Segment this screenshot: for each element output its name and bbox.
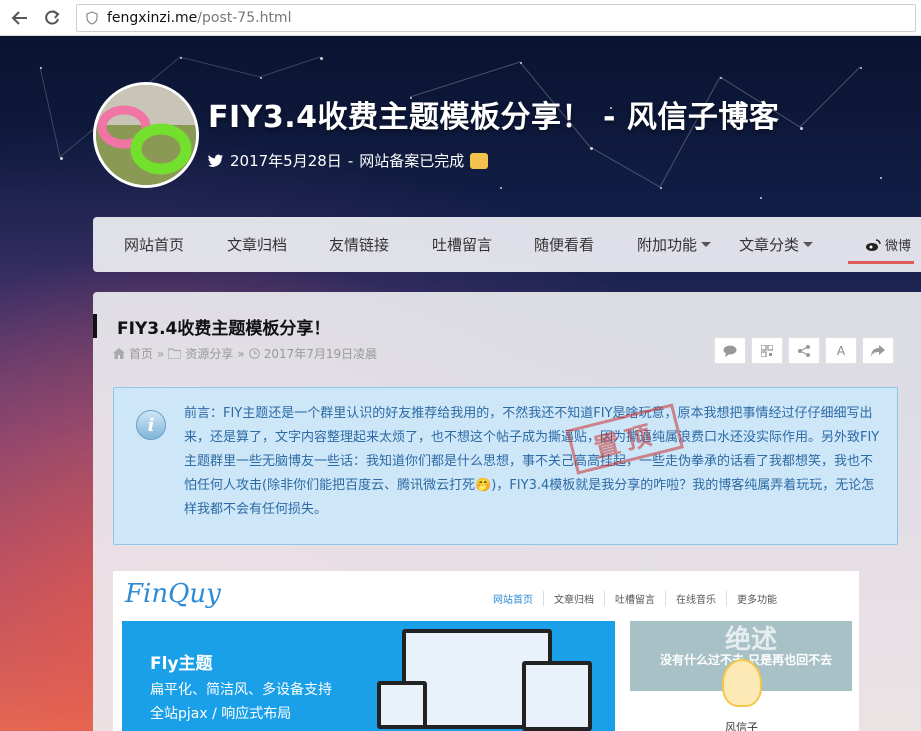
post-date-header: 2017年5月28日 — [230, 152, 342, 170]
qrcode-icon — [761, 344, 773, 357]
caret-down-icon — [701, 242, 712, 247]
avatar-image — [96, 85, 196, 185]
nav-label: 文章分类 — [739, 236, 800, 254]
font-icon: A — [836, 343, 846, 358]
back-button[interactable] — [8, 6, 32, 30]
embedded-banner-line: 全站pjax / 响应式布局 — [150, 706, 292, 722]
embedded-banner-line: 扁平化、简洁风、多设备支持 — [150, 682, 332, 698]
embedded-banner-title: Fly主题 — [150, 654, 213, 674]
post-date: 2017年7月19日凌晨 — [263, 347, 378, 361]
nav-label: 网站首页 — [124, 236, 185, 254]
font-size-button[interactable]: A — [825, 337, 857, 364]
post-title[interactable]: FIY3.4收费主题模板分享！ — [93, 314, 330, 339]
qrcode-button[interactable] — [751, 337, 783, 364]
info-icon: i — [136, 410, 166, 440]
comment-icon — [723, 345, 737, 357]
separator: - — [347, 151, 354, 170]
reload-button[interactable] — [40, 6, 64, 30]
breadcrumb: 首页 » 资源分享 » 2017年7月19日凌晨 — [113, 345, 377, 362]
avatar[interactable] — [93, 82, 199, 188]
nav-label: 友情链接 — [329, 236, 390, 254]
nav-label: 微博 — [884, 239, 911, 254]
twitter-bird-icon — [208, 154, 223, 167]
nav-item-archive[interactable]: 文章归档 — [227, 217, 287, 272]
nav-item-categories[interactable]: 文章分类 — [739, 217, 814, 272]
nav-item-weibo[interactable]: 微博 — [848, 217, 921, 272]
share-icon — [798, 344, 810, 357]
reload-icon — [45, 9, 60, 25]
embedded-sidebar-card: 绝述 没有什么过不去 只是再也回不去 风信子 — [630, 621, 852, 731]
embedded-nav-item: 更多功能 — [726, 591, 787, 606]
active-underline — [848, 261, 914, 264]
embedded-nav-item: 网站首页 — [493, 595, 533, 606]
nav-label: 文章归档 — [227, 236, 288, 254]
nav-label: 吐槽留言 — [432, 236, 493, 254]
anime-avatar — [722, 659, 762, 707]
embedded-nav-item: 文章归档 — [543, 591, 604, 606]
laptop-illustration — [377, 681, 427, 729]
nav-item-guestbook[interactable]: 吐槽留言 — [432, 217, 492, 272]
address-bar[interactable]: fengxinzi.me/post-75.html — [76, 3, 916, 32]
embedded-nav: 网站首页 文章归档 吐槽留言 在线音乐 更多功能 — [483, 591, 787, 606]
breadcrumb-category[interactable]: 资源分享 — [185, 345, 233, 362]
site-subtitle: 2017年5月28日 - 网站备案已完成 — [208, 150, 489, 171]
tablet-illustration — [522, 661, 592, 731]
breadcrumb-sep: » — [157, 346, 165, 361]
nav-label: 附加功能 — [637, 236, 698, 254]
embedded-logo: FinQuy — [125, 579, 221, 609]
home-icon — [113, 348, 125, 359]
embedded-nav-item: 吐槽留言 — [604, 591, 665, 606]
share-button[interactable] — [788, 337, 820, 364]
clock-icon — [248, 348, 260, 359]
post-toolbar: A — [714, 337, 894, 364]
forward-button[interactable] — [862, 337, 894, 364]
arrow-left-icon — [11, 10, 27, 25]
comment-button[interactable] — [714, 337, 746, 364]
nav-item-links[interactable]: 友情链接 — [329, 217, 389, 272]
post-image: FinQuy 网站首页 文章归档 吐槽留言 在线音乐 更多功能 Fly主题 扁平… — [113, 571, 859, 731]
breadcrumb-home[interactable]: 首页 — [129, 345, 153, 362]
folder-icon — [168, 348, 182, 359]
browser-toolbar: fengxinzi.me/post-75.html — [0, 0, 921, 36]
main-nav: 网站首页 文章归档 友情链接 吐槽留言 随便看看 附加功能 文章分类 微博 — [93, 217, 921, 272]
url-host: fengxinzi.me — [107, 9, 198, 26]
nav-item-home[interactable]: 网站首页 — [124, 217, 184, 272]
weibo-icon — [865, 238, 881, 251]
notice-box: i 前言：FIY主题还是一个群里认识的好友推荐给我用的，不然我还不知道FIY是啥… — [113, 387, 898, 545]
emoji-icon — [470, 152, 489, 169]
embedded-nav-item: 在线音乐 — [665, 591, 726, 606]
nav-item-extras[interactable]: 附加功能 — [637, 217, 712, 272]
notice-text: 前言：FIY主题还是一个群里认识的好友推荐给我用的，不然我还不知道FIY是啥玩意… — [184, 406, 880, 517]
embedded-side-name: 风信子 — [725, 721, 758, 731]
site-title: FIY3.4收费主题模板分享！ - 风信子博客 — [208, 100, 780, 135]
embedded-banner: Fly主题 扁平化、简洁风、多设备支持 全站pjax / 响应式布局 — [122, 621, 615, 731]
url-path: /post-75.html — [197, 9, 292, 26]
site-status: 网站备案已完成 — [359, 152, 465, 170]
nav-label: 随便看看 — [534, 236, 595, 254]
nav-item-random[interactable]: 随便看看 — [534, 217, 594, 272]
breadcrumb-sep: » — [237, 346, 245, 361]
forward-icon — [871, 344, 885, 357]
caret-down-icon — [803, 242, 814, 247]
shield-icon — [86, 10, 98, 25]
